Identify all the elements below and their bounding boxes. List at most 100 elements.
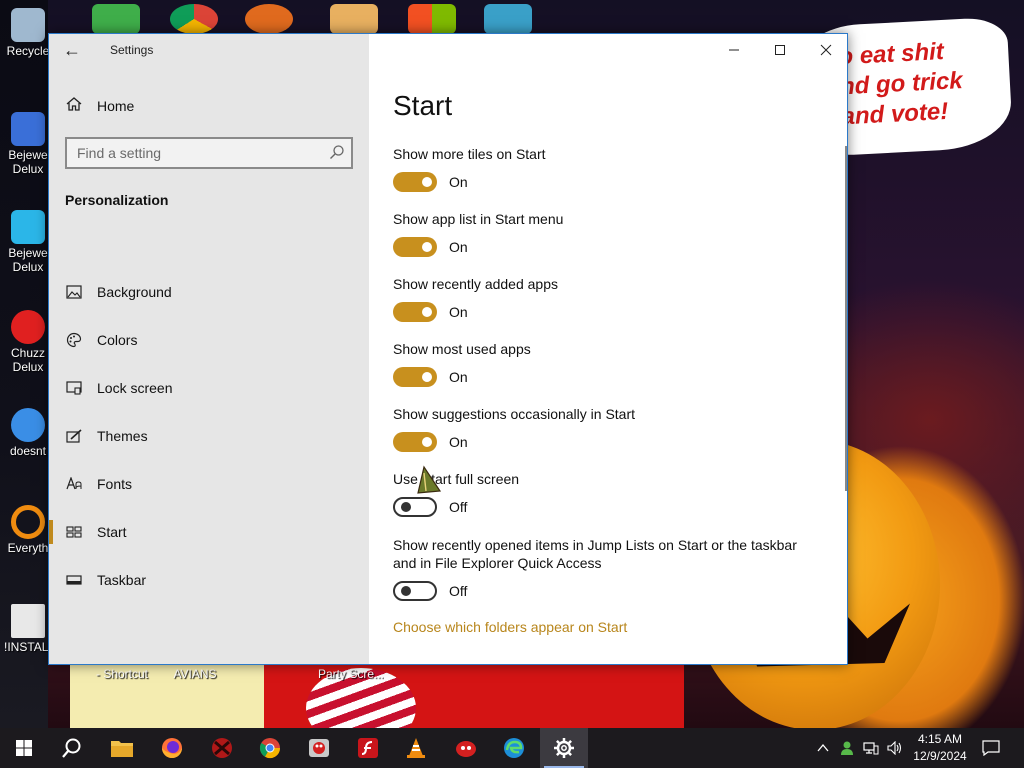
edge-button[interactable] (490, 728, 538, 768)
chuzzle-icon (11, 310, 45, 344)
chrome-button[interactable] (246, 728, 294, 768)
network-icon (863, 742, 879, 755)
sidebar-item-label: Taskbar (97, 572, 147, 588)
edge-icon (504, 738, 524, 758)
toggle-full-screen[interactable] (393, 497, 437, 517)
desktop-icon-chuzzle[interactable]: Chuzz Delux (4, 310, 52, 374)
bejeweled-red-icon (11, 112, 45, 146)
toggle-recently-added[interactable] (393, 302, 437, 322)
folder-icon (111, 741, 133, 757)
choose-folders-link[interactable]: Choose which folders appear on Start (393, 619, 627, 635)
window-controls (711, 34, 847, 66)
home-icon (65, 96, 83, 117)
settings-taskbar-button[interactable] (540, 728, 588, 768)
window-title: Settings (110, 43, 154, 57)
home-label: Home (97, 98, 135, 114)
sidebar-item-colors[interactable]: Colors (49, 318, 369, 362)
firefox-button[interactable] (148, 728, 196, 768)
toggle-knob (401, 586, 411, 596)
desktop-icon-sublabel: Delux (12, 360, 44, 374)
desktop-icon-avians[interactable]: AVIANS (168, 667, 222, 681)
sidebar-item-label: Fonts (97, 476, 133, 492)
taskbar-clock[interactable]: 4:15 AM 12/9/2024 (908, 731, 972, 765)
sidebar-item-start[interactable]: Start (49, 510, 369, 554)
gear-icon (554, 738, 574, 758)
search-button[interactable] (48, 728, 96, 768)
desktop-icon-shortcut[interactable]: - Shortcut (92, 667, 152, 681)
desktop-icon-label: doesnt (9, 444, 47, 458)
sidebar-item-taskbar[interactable]: Taskbar (49, 558, 369, 602)
desktop-icon-label: AVIANS (173, 667, 217, 681)
sidebar-item-label: Lock screen (97, 380, 173, 396)
network-tray-button[interactable] (860, 728, 882, 768)
red-round-icon (456, 741, 476, 757)
users-desktop-icon[interactable] (92, 4, 140, 34)
toggle-suggestions[interactable] (393, 432, 437, 452)
people-tray-button[interactable] (836, 728, 858, 768)
sidebar-item-themes[interactable]: Themes (49, 414, 369, 458)
maximize-button[interactable] (757, 34, 803, 66)
sidebar-item-label: Colors (97, 332, 138, 348)
show-hidden-icons-button[interactable] (812, 728, 834, 768)
app-desktop-icon[interactable] (245, 4, 293, 34)
sidebar-item-fonts[interactable]: Fonts (49, 462, 369, 506)
back-button[interactable]: ← (59, 38, 85, 62)
vlc-button[interactable] (392, 728, 440, 768)
clock-time: 4:15 AM (917, 732, 963, 746)
toggle-show-more-tiles[interactable] (393, 172, 437, 192)
game-icon (309, 739, 329, 757)
volume-tray-button[interactable] (884, 728, 906, 768)
scrollbar[interactable] (845, 146, 847, 491)
taskbar: 4:15 AM 12/9/2024 (0, 728, 1024, 768)
search-input[interactable]: Find a setting (65, 137, 353, 169)
firefox-icon (162, 738, 182, 758)
setting-label: Use Start full screen (393, 471, 520, 487)
desktop-icon-label: Bejewe (8, 148, 48, 162)
toggle-knob (422, 177, 432, 187)
start-button[interactable] (0, 728, 48, 768)
file-explorer-button[interactable] (98, 728, 146, 768)
desktop-icon-install-file[interactable]: !INSTALL (4, 604, 52, 654)
desktop-icon-label: Bejewe (8, 246, 48, 260)
settings-sidebar: ← Settings Home Find a setting Personali… (49, 34, 369, 664)
toggle-state: Off (449, 499, 468, 515)
taskbar-icon (65, 574, 83, 586)
home-nav-item[interactable]: Home (65, 94, 134, 118)
flash-button[interactable] (344, 728, 392, 768)
minimize-button[interactable] (711, 34, 757, 66)
text-file-icon (11, 604, 45, 638)
desktop-icon-recycle-bin[interactable]: Recycle (4, 8, 52, 58)
notifications-button[interactable] (976, 728, 1006, 768)
game-app-button[interactable] (295, 728, 343, 768)
desktop-icon-everything[interactable]: Everyth (4, 505, 52, 555)
red-app-icon (212, 738, 232, 758)
desktop-icon-bejeweled-2[interactable]: Bejewe Delux (4, 210, 52, 274)
desktop-icon-thunderbird[interactable]: doesnt (4, 408, 52, 458)
close-button[interactable] (803, 34, 847, 66)
office-desktop-icon[interactable] (408, 4, 456, 34)
recycle-bin-icon (11, 8, 45, 42)
chrome-desktop-icon[interactable] (170, 4, 218, 34)
red-app-button[interactable] (198, 728, 246, 768)
toggle-knob (422, 437, 432, 447)
picture-icon (65, 285, 83, 299)
toggle-jump-lists[interactable] (393, 581, 437, 601)
red-round-app-button[interactable] (442, 728, 490, 768)
desktop-icon-bejeweled[interactable]: Bejewe Delux (4, 112, 52, 176)
title-bar[interactable]: ← Settings (49, 34, 369, 66)
desktop-icon-party[interactable]: Party Scre... (318, 667, 384, 681)
toggle-state: On (449, 239, 468, 255)
character-desktop-icon[interactable] (484, 4, 532, 34)
setting-label: Show most used apps (393, 341, 531, 357)
sidebar-item-background[interactable]: Background (49, 270, 369, 314)
desktop-icon-label: Everyth (7, 541, 49, 555)
page-title: Start (393, 90, 453, 121)
sidebar-item-lock-screen[interactable]: Lock screen (49, 366, 369, 410)
app-desktop-icon[interactable] (330, 4, 378, 34)
toggle-most-used[interactable] (393, 367, 437, 387)
toggle-state: Off (449, 583, 468, 599)
desktop-icon-label: Recycle (6, 44, 50, 58)
toggle-show-app-list[interactable] (393, 237, 437, 257)
sidebar-item-label: Themes (97, 428, 148, 444)
windows-logo-icon (16, 740, 32, 756)
